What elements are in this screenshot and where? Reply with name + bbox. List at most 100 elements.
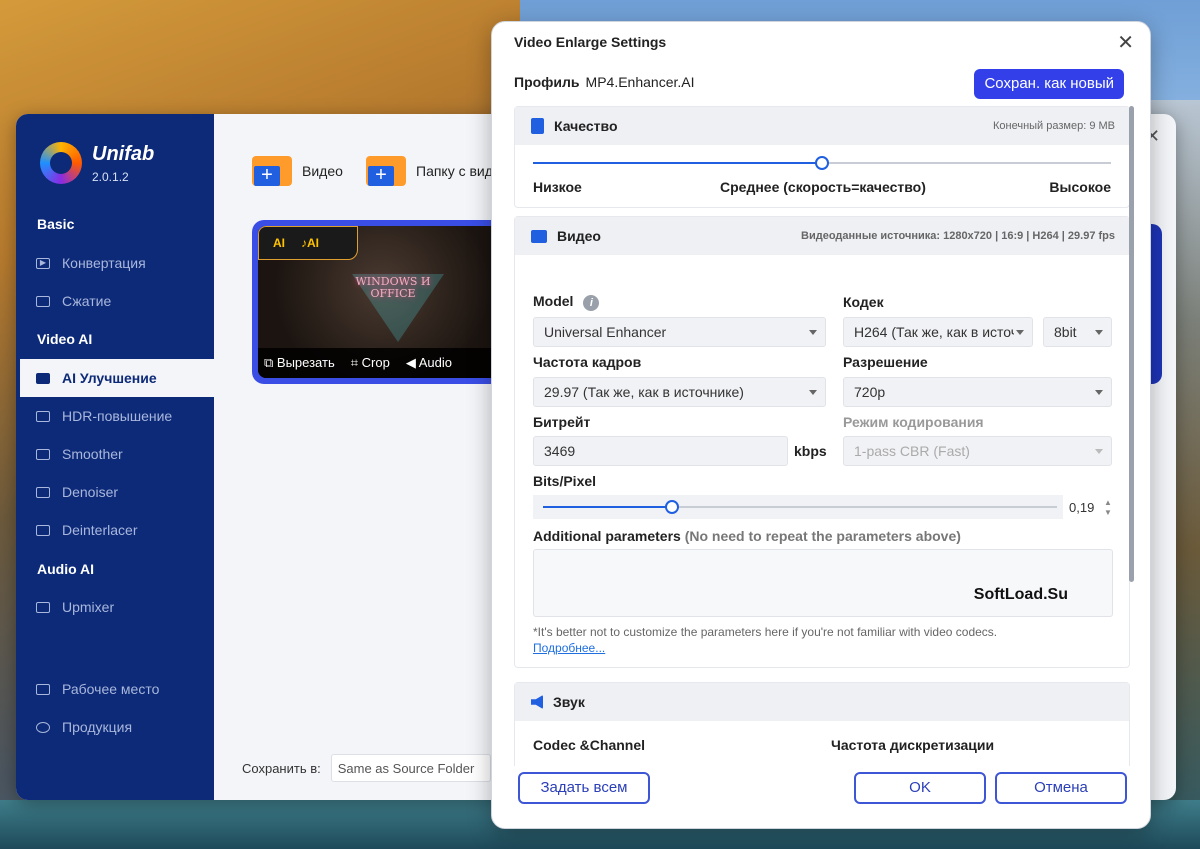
quality-mid-label: Среднее (скорость=качество) <box>720 179 926 195</box>
add-video-icon: + <box>252 156 292 186</box>
save-as-new-button[interactable]: Сохран. как новый <box>974 69 1124 99</box>
enhance-icon <box>36 372 50 384</box>
save-to-row: Сохранить в: Same as Source Folder <box>242 754 491 782</box>
section-video-ai: Video AI <box>37 331 93 347</box>
sidebar-item-hdr[interactable]: HDR-повышение <box>16 397 214 435</box>
audio-title: Звук <box>553 694 585 710</box>
products-icon <box>36 721 50 733</box>
add-folder-button[interactable]: + Папку с видео <box>366 156 509 186</box>
chevron-down-icon <box>809 390 817 395</box>
profile-value[interactable]: MP4.Enhancer.AI <box>586 74 695 90</box>
sidebar-item-deinterlacer[interactable]: Deinterlacer <box>16 511 214 549</box>
save-to-label: Сохранить в: <box>242 760 321 776</box>
denoiser-icon <box>36 486 50 498</box>
audio-panel: Звук Codec &Channel Частота дискретизаци… <box>514 682 1130 766</box>
sample-rate-label: Частота дискретизации <box>831 737 995 753</box>
chevron-down-icon <box>1016 330 1024 335</box>
ok-button[interactable]: OK <box>854 772 986 804</box>
audio-button[interactable]: ◀ Audio <box>406 355 452 371</box>
app-version: 2.0.1.2 <box>92 169 129 184</box>
resolution-label: Разрешение <box>843 354 928 370</box>
bitrate-input[interactable]: 3469 <box>533 436 788 466</box>
sidebar-item-ai-enhance[interactable]: AI Улучшение <box>16 359 214 397</box>
framerate-select[interactable]: 29.97 (Так же, как в источнике) <box>533 377 826 407</box>
watermark-text: SoftLoad.Su <box>973 586 1068 603</box>
quality-title: Качество <box>554 118 618 134</box>
sidebar-item-upmixer[interactable]: Upmixer <box>16 588 214 626</box>
video-card[interactable]: WINDOWS И OFFICE AI ♪AI ⧉ Вырезать ⌗ Cro… <box>252 220 512 384</box>
chevron-down-icon <box>1095 390 1103 395</box>
additional-params-input[interactable]: SoftLoad.Su <box>533 549 1113 617</box>
dialog-title: Video Enlarge Settings <box>514 34 667 50</box>
sidebar-item-workspace[interactable]: Рабочее место <box>16 670 214 708</box>
video-icon: ▶ <box>36 257 50 269</box>
cancel-button[interactable]: Отмена <box>995 772 1127 804</box>
dialog-close-icon[interactable]: ✕ <box>1117 30 1134 55</box>
codec-note: *It's better not to customize the parame… <box>533 625 998 639</box>
add-video-button[interactable]: + Видео <box>252 156 343 186</box>
save-to-field[interactable]: Same as Source Folder <box>330 754 491 782</box>
chevron-down-icon <box>1095 449 1103 454</box>
bitdepth-select[interactable]: 8bit <box>1043 317 1112 347</box>
profile-label: Профиль <box>514 74 580 90</box>
quality-icon <box>531 118 544 134</box>
ai-badges: AI ♪AI <box>258 226 358 260</box>
unifab-logo-icon <box>40 142 82 184</box>
video-section-icon <box>531 229 547 243</box>
framerate-label: Частота кадров <box>533 354 642 370</box>
sidebar-item-products[interactable]: Продукция <box>16 708 214 746</box>
quality-slider-fill <box>533 162 822 164</box>
quality-high-label: Высокое <box>1049 179 1111 195</box>
sidebar-item-compress[interactable]: Сжатие <box>16 282 214 320</box>
crop-button[interactable]: ⌗ Crop <box>351 355 390 371</box>
model-label: Model i <box>533 293 600 311</box>
video-thumbnail[interactable]: WINDOWS И OFFICE AI ♪AI ⧉ Вырезать ⌗ Cro… <box>258 226 506 378</box>
codec-select[interactable]: H264 (Так же, как в источнике) <box>843 317 1033 347</box>
sidebar-item-smoother[interactable]: Smoother <box>16 435 214 473</box>
section-audio-ai: Audio AI <box>37 561 95 577</box>
resolution-select[interactable]: 720p <box>843 377 1112 407</box>
video-title: Видео <box>557 228 601 244</box>
section-basic: Basic <box>37 216 75 232</box>
more-link[interactable]: Подробнее... <box>533 641 605 655</box>
sidebar-item-convert[interactable]: ▶ Конвертация <box>16 244 214 282</box>
ai-video-badge: AI <box>273 236 285 250</box>
settings-scroll-area: Качество Конечный размер: 9 MB Низкое Ср… <box>514 106 1130 766</box>
additional-params-label: Additional parameters (No need to repeat… <box>533 528 961 544</box>
smoother-icon <box>36 448 50 460</box>
profile-row: Профиль MP4.Enhancer.AI <box>514 74 694 90</box>
chevron-down-icon <box>1095 330 1103 335</box>
app-logo: Unifab 2.0.1.2 <box>40 142 154 184</box>
sidebar-item-denoiser[interactable]: Denoiser <box>16 473 214 511</box>
workspace-icon <box>36 683 50 695</box>
apply-all-button[interactable]: Задать всем <box>518 772 650 804</box>
video-panel: Видео Видеоданные источника: 1280x720 | … <box>514 216 1130 668</box>
bpp-label: Bits/Pixel <box>533 473 597 489</box>
encode-mode-label: Режим кодирования <box>843 414 984 430</box>
bpp-value[interactable]: 0,19 <box>1069 500 1094 515</box>
quality-low-label: Низкое <box>533 179 582 195</box>
spin-down-icon[interactable]: ▼ <box>1104 509 1112 517</box>
bpp-slider-handle[interactable] <box>664 500 679 514</box>
bpp-slider-fill <box>543 506 672 508</box>
compress-icon <box>36 295 50 307</box>
video-enlarge-settings-dialog: Video Enlarge Settings ✕ Профиль MP4.Enha… <box>491 21 1151 829</box>
cut-button[interactable]: ⧉ Вырезать <box>264 355 335 371</box>
model-select[interactable]: Universal Enhancer <box>533 317 826 347</box>
upmixer-icon <box>36 601 50 613</box>
ai-audio-badge: ♪AI <box>301 236 319 250</box>
video-tools: ⧉ Вырезать ⌗ Crop ◀ Audio <box>258 348 506 378</box>
thumb-text: WINDOWS И OFFICE <box>355 275 431 300</box>
spin-up-icon[interactable]: ▲ <box>1104 499 1112 507</box>
speaker-icon <box>531 695 543 709</box>
chevron-down-icon <box>809 330 817 335</box>
app-name: Unifab <box>92 142 155 165</box>
bitrate-label: Битрейт <box>533 414 591 430</box>
deinterlacer-icon <box>36 524 50 536</box>
add-folder-icon: + <box>366 156 406 186</box>
dialog-scrollbar[interactable] <box>1129 106 1134 582</box>
quality-slider-handle[interactable] <box>815 156 829 170</box>
codec-channel-label: Codec &Channel <box>533 737 646 753</box>
codec-label: Кодек <box>843 294 884 310</box>
info-icon[interactable]: i <box>583 295 600 311</box>
